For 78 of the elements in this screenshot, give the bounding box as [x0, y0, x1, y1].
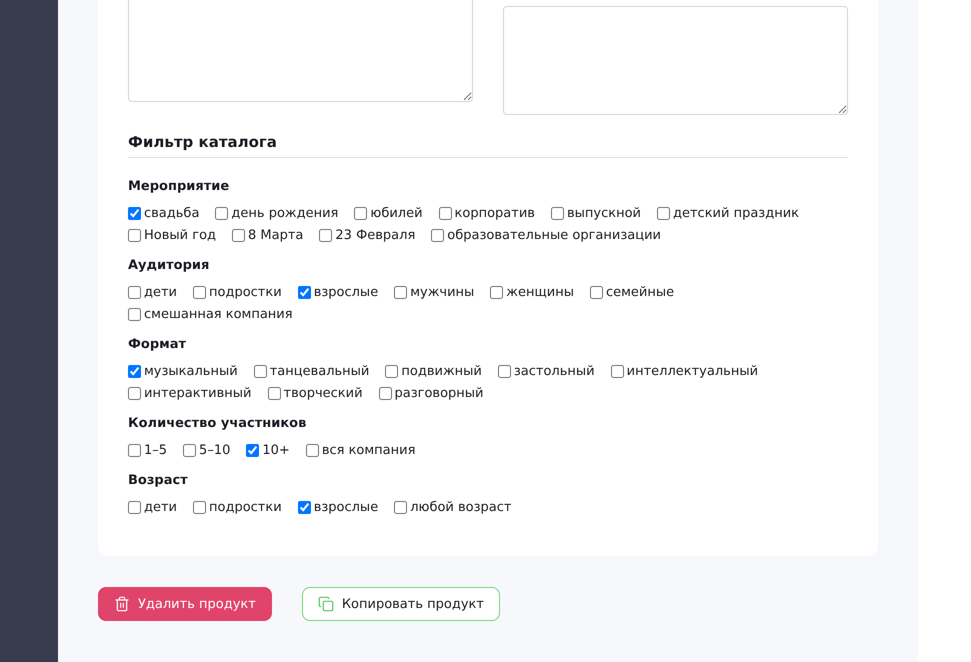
- option-label: 5–10: [199, 442, 230, 458]
- option-label: танцевальный: [270, 364, 370, 378]
- checkbox[interactable]: [306, 444, 319, 456]
- text-area-field[interactable]: [128, 0, 473, 102]
- option-label: вся компания: [322, 442, 416, 458]
- checkbox[interactable]: [354, 206, 368, 220]
- checkbox[interactable]: [193, 286, 206, 298]
- checkbox[interactable]: [215, 206, 228, 220]
- group-title: Возраст: [128, 472, 189, 490]
- checkbox[interactable]: [590, 286, 603, 298]
- option-label: интерактивный: [144, 386, 252, 400]
- group-title: Формат: [128, 336, 188, 354]
- option-label: взрослые: [314, 500, 378, 514]
- option-label: смешанная компания: [144, 306, 293, 322]
- option-label: день рождения: [231, 206, 338, 220]
- option-label: взрослые: [314, 284, 378, 300]
- checkbox[interactable]: [128, 444, 141, 456]
- checkbox[interactable]: [232, 228, 246, 242]
- checkbox[interactable]: [246, 444, 260, 456]
- checkbox[interactable]: [128, 308, 141, 320]
- checkbox[interactable]: [128, 500, 141, 514]
- checkbox[interactable]: [550, 206, 564, 220]
- option-label: дети: [144, 284, 178, 300]
- option-label: мужчины: [410, 284, 474, 300]
- checkbox[interactable]: [128, 386, 141, 400]
- option-label: юбилей: [370, 206, 423, 220]
- checkbox[interactable]: [298, 286, 311, 298]
- option-label: 8 Марта: [248, 228, 304, 242]
- option-label: застольный: [514, 364, 595, 378]
- option-label: дети: [144, 500, 178, 514]
- option-label: корпоратив: [454, 206, 535, 220]
- checkbox[interactable]: [498, 364, 511, 378]
- checkbox[interactable]: [378, 386, 392, 400]
- checkbox[interactable]: [128, 206, 141, 220]
- option-label: любой возраст: [410, 500, 512, 514]
- checkbox[interactable]: [193, 500, 206, 514]
- checkbox[interactable]: [657, 206, 670, 220]
- checkbox[interactable]: [394, 286, 408, 298]
- checkbox[interactable]: [385, 364, 398, 378]
- option-label: 23 Февраля: [335, 228, 416, 242]
- copy-icon: [318, 596, 334, 612]
- option-label: 10+: [262, 442, 290, 458]
- option-label: выпускной: [566, 206, 641, 220]
- delete-button[interactable]: Удалить продукт: [98, 587, 272, 621]
- option-label: интеллектуальный: [626, 364, 758, 378]
- option-label: подростки: [209, 284, 282, 300]
- copy-button[interactable]: Копировать продукт: [302, 587, 500, 621]
- option-label: свадьба: [144, 206, 200, 220]
- option-label: Новый год: [144, 228, 216, 242]
- option-label: женщины: [506, 284, 574, 300]
- option-label: 1–5: [144, 442, 168, 458]
- group-title: Количество участников: [128, 415, 308, 433]
- checkbox[interactable]: [431, 228, 444, 242]
- option-label: семейные: [606, 284, 674, 300]
- option-label: подростки: [209, 500, 282, 514]
- option-label: детский праздник: [673, 206, 800, 220]
- section-heading: Фильтр каталога: [128, 133, 848, 158]
- checkbox[interactable]: [268, 386, 280, 400]
- checkbox[interactable]: [128, 364, 141, 378]
- checkbox[interactable]: [438, 206, 452, 220]
- trash-icon: [114, 596, 130, 612]
- option-label: подвижный: [401, 364, 482, 378]
- option-label: разговорный: [394, 386, 484, 400]
- checkbox[interactable]: [128, 286, 141, 298]
- checkbox[interactable]: [254, 364, 267, 378]
- group-title: Аудитория: [128, 257, 210, 275]
- option-label: музыкальный: [144, 364, 238, 378]
- checkbox[interactable]: [128, 228, 141, 242]
- group-title: Мероприятие: [128, 178, 230, 196]
- checkbox[interactable]: [610, 364, 624, 378]
- option-label: творческий: [284, 386, 363, 400]
- text-area-field[interactable]: [503, 6, 848, 115]
- checkbox[interactable]: [319, 228, 332, 242]
- checkbox[interactable]: [298, 500, 311, 514]
- option-label: образовательные организации: [447, 228, 661, 242]
- checkbox[interactable]: [183, 444, 196, 456]
- checkbox[interactable]: [394, 500, 408, 514]
- checkbox[interactable]: [490, 286, 504, 298]
